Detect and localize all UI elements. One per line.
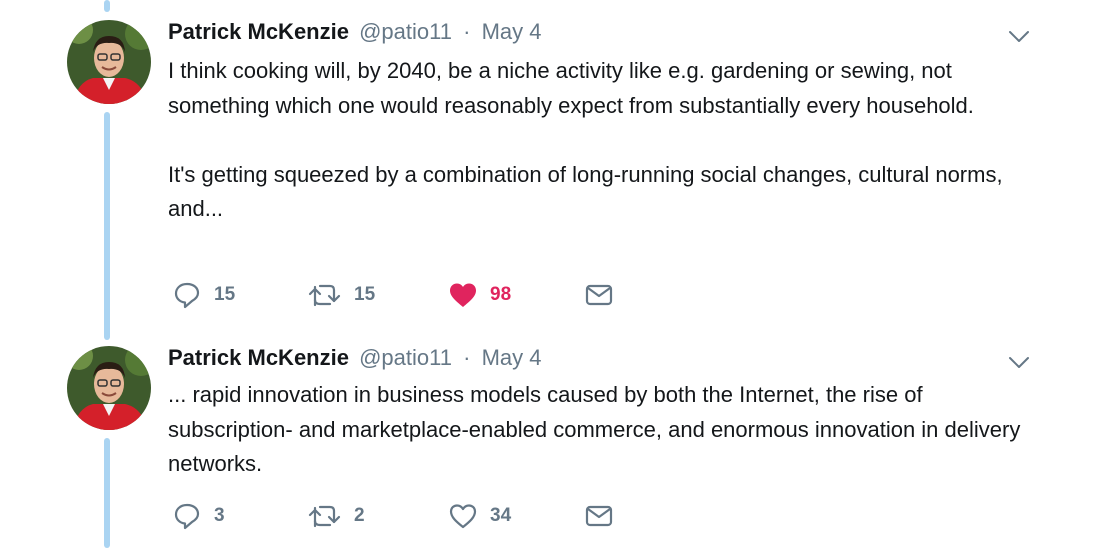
tweet-header: Patrick McKenzie @patio11 · May 4 xyxy=(168,345,541,371)
tweet-text: ... rapid innovation in business models … xyxy=(168,382,1027,476)
reply-button[interactable]: 15 xyxy=(172,280,235,310)
reply-button[interactable]: 3 xyxy=(172,501,225,531)
like-button[interactable]: 34 xyxy=(448,501,511,531)
author-name[interactable]: Patrick McKenzie xyxy=(168,19,349,44)
avatar[interactable] xyxy=(67,346,151,430)
reply-count: 3 xyxy=(214,505,225,526)
tweet-actions: 3 2 34 xyxy=(168,501,768,531)
tweet-header: Patrick McKenzie @patio11 · May 4 xyxy=(168,19,541,45)
tweet[interactable]: Patrick McKenzie @patio11 · May 4 ... ra… xyxy=(0,330,1100,548)
tweet-date[interactable]: May 4 xyxy=(482,345,542,370)
envelope-icon xyxy=(585,505,613,527)
retweet-icon xyxy=(308,505,341,528)
reply-icon xyxy=(174,282,200,309)
retweet-button[interactable]: 15 xyxy=(308,280,375,310)
more-options-button[interactable] xyxy=(1006,26,1032,46)
header-separator: · xyxy=(463,19,471,44)
header-separator: · xyxy=(463,345,471,370)
heart-outline-icon xyxy=(449,504,477,529)
like-count: 98 xyxy=(490,284,512,305)
retweet-count: 15 xyxy=(354,284,376,305)
retweet-count: 2 xyxy=(354,505,365,526)
reply-icon xyxy=(174,503,200,530)
direct-message-button[interactable] xyxy=(584,501,614,531)
retweet-icon xyxy=(308,284,341,307)
author-name[interactable]: Patrick McKenzie xyxy=(168,345,349,370)
tweet-date[interactable]: May 4 xyxy=(482,19,542,44)
tweet[interactable]: Patrick McKenzie @patio11 · May 4 I thin… xyxy=(0,0,1100,330)
avatar[interactable] xyxy=(67,20,151,104)
author-handle[interactable]: @patio11 xyxy=(359,345,452,370)
chevron-down-icon xyxy=(1009,31,1029,42)
direct-message-button[interactable] xyxy=(584,280,614,310)
author-handle[interactable]: @patio11 xyxy=(359,19,452,44)
tweet-actions: 15 15 98 xyxy=(168,280,768,310)
more-options-button[interactable] xyxy=(1006,352,1032,372)
retweet-button[interactable]: 2 xyxy=(308,501,365,531)
envelope-icon xyxy=(585,284,613,306)
like-count: 34 xyxy=(490,505,512,526)
reply-count: 15 xyxy=(214,284,236,305)
tweet-text: I think cooking will, by 2040, be a nich… xyxy=(168,58,1003,221)
like-button[interactable]: 98 xyxy=(448,280,511,310)
heart-filled-icon xyxy=(450,283,476,307)
chevron-down-icon xyxy=(1009,357,1029,368)
